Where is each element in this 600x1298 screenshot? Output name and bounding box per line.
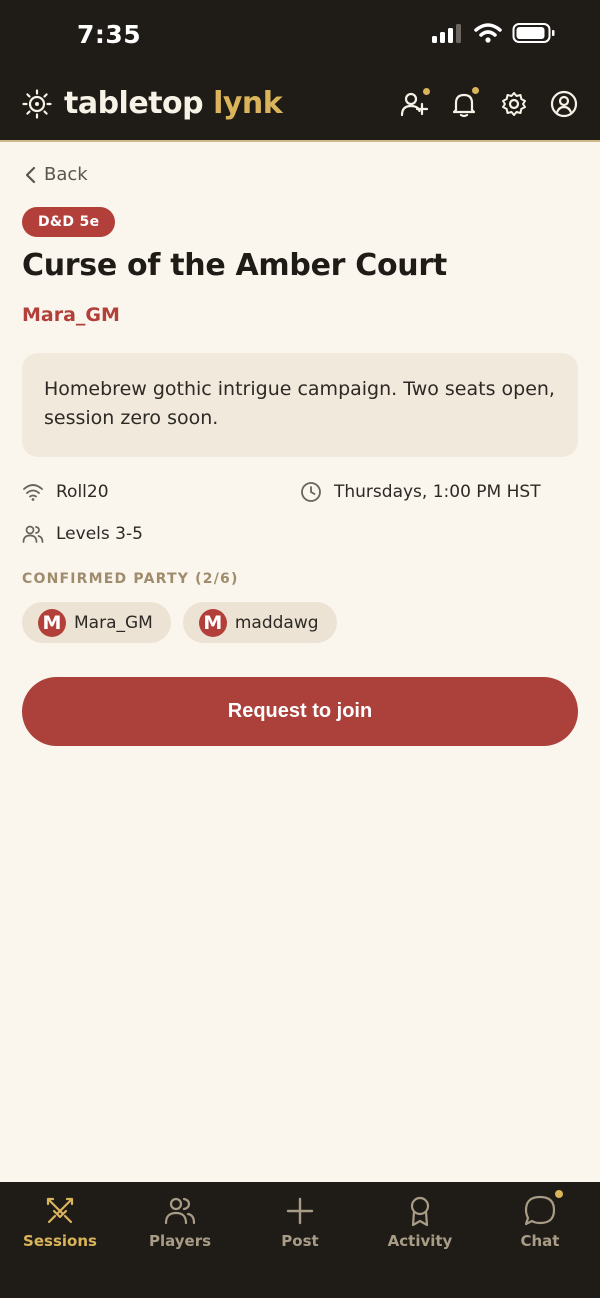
wifi-icon: [474, 23, 502, 43]
notification-dot: [423, 88, 430, 95]
plus-icon: [286, 1197, 314, 1225]
notification-dot: [555, 1190, 563, 1198]
tab-activity[interactable]: Activity: [360, 1182, 480, 1298]
gm-name[interactable]: Mara_GM: [22, 304, 120, 326]
platform-label: Roll20: [56, 482, 109, 502]
session-title: Curse of the Amber Court: [22, 248, 447, 283]
tab-players[interactable]: Players: [120, 1182, 240, 1298]
tab-sessions[interactable]: Sessions: [0, 1182, 120, 1298]
app-header: tabletop lynk: [0, 70, 600, 142]
signal-icon: [432, 24, 461, 43]
party-heading: CONFIRMED PARTY (2/6): [22, 571, 239, 587]
people-icon: [164, 1197, 196, 1225]
notification-dot: [472, 87, 479, 94]
back-label: Back: [44, 164, 88, 185]
chevron-left-icon: [25, 166, 36, 183]
tab-label: Chat: [520, 1232, 560, 1250]
tab-label: Sessions: [23, 1232, 97, 1250]
tab-chat[interactable]: Chat: [480, 1182, 600, 1298]
settings-button[interactable]: [500, 90, 528, 118]
game-system-badge: D&D 5e: [22, 207, 116, 237]
schedule-info: Thursdays, 1:00 PM HST: [300, 481, 541, 503]
d20-sun-icon: [22, 88, 52, 119]
status-bar: 7:35: [0, 0, 600, 70]
party-member-chip[interactable]: M maddawg: [182, 602, 337, 643]
tab-post[interactable]: Post: [240, 1182, 360, 1298]
brand-name-part-1: tabletop: [64, 86, 204, 121]
profile-button[interactable]: [550, 90, 578, 118]
user-circle-icon: [550, 90, 578, 118]
header-actions: [400, 87, 578, 118]
back-button[interactable]: Back: [24, 164, 88, 185]
status-time: 7:35: [77, 20, 142, 49]
wifi-icon: [23, 484, 43, 501]
session-description: Homebrew gothic intrigue campaign. Two s…: [22, 353, 578, 457]
levels-info: Levels 3-5: [22, 523, 143, 545]
group-icon: [22, 525, 44, 543]
platform-info: Roll20: [22, 481, 109, 503]
add-friend-button[interactable]: [400, 88, 430, 118]
brand-name: tabletop lynk: [64, 86, 283, 121]
clock-icon: [301, 482, 321, 502]
party-list: M Mara_GM M maddawg: [22, 602, 337, 643]
badge-icon: [410, 1196, 430, 1227]
status-icons: [432, 22, 556, 44]
brand-logo[interactable]: tabletop lynk: [22, 86, 283, 121]
request-to-join-button[interactable]: Request to join: [22, 677, 578, 746]
brand-name-part-2: lynk: [213, 86, 283, 121]
gear-icon: [502, 92, 526, 116]
levels-label: Levels 3-5: [56, 524, 143, 544]
tab-label: Post: [281, 1232, 319, 1250]
bell-icon: [452, 93, 476, 118]
swords-icon: [46, 1197, 74, 1224]
tab-label: Activity: [387, 1232, 453, 1250]
party-member-chip[interactable]: M Mara_GM: [22, 602, 171, 643]
avatar: M: [198, 608, 227, 637]
party-member-name: maddawg: [234, 612, 319, 633]
avatar: M: [38, 608, 66, 637]
schedule-label: Thursdays, 1:00 PM HST: [334, 482, 541, 502]
tab-label: Players: [148, 1232, 212, 1250]
party-member-name: Mara_GM: [74, 612, 153, 633]
chat-bubble-icon: [524, 1195, 556, 1226]
battery-icon: [512, 23, 555, 43]
notifications-button[interactable]: [450, 87, 479, 118]
bottom-tab-bar: Sessions Players Post Activity Chat: [0, 1182, 600, 1298]
